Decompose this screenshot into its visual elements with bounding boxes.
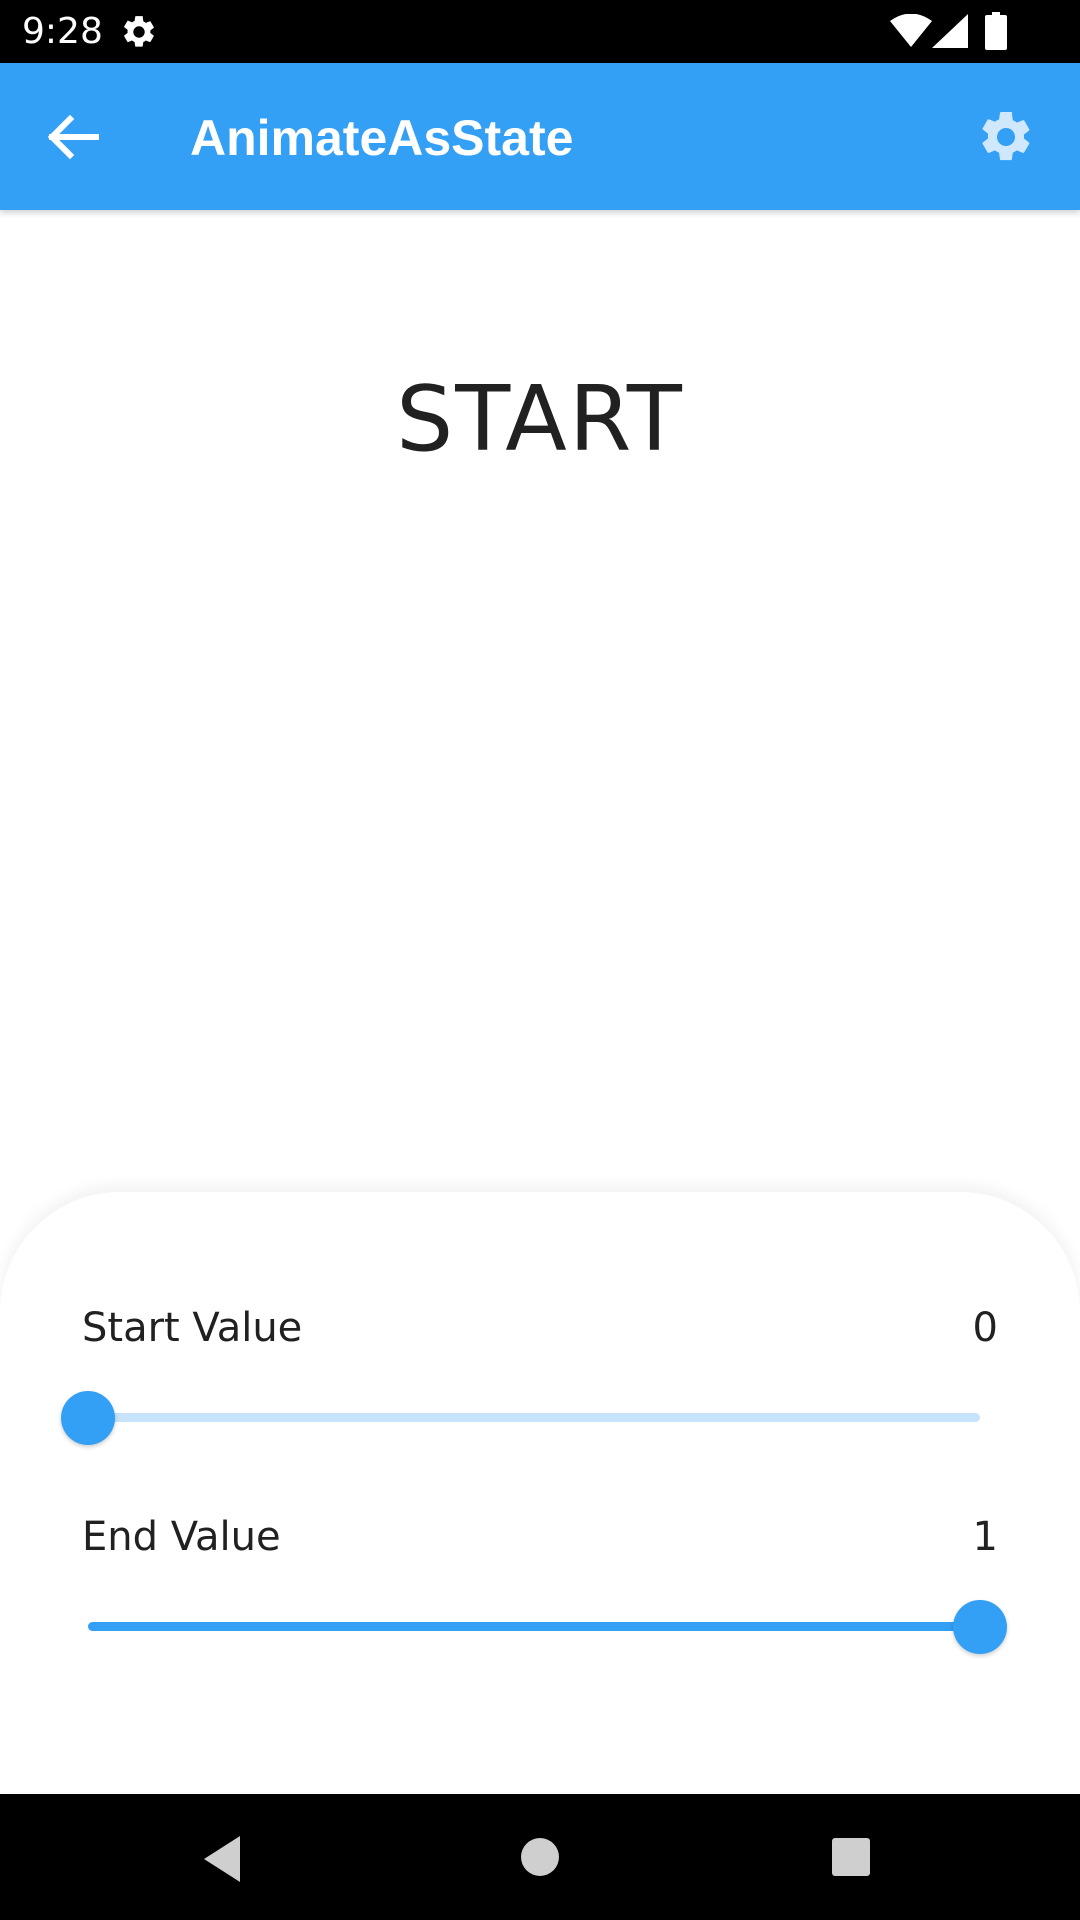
battery-icon (985, 12, 1007, 50)
slider-track (61, 1391, 980, 1445)
end-value-slider[interactable] (70, 1596, 1007, 1656)
status-time: 9:28 (22, 11, 103, 52)
slider-thumb[interactable] (61, 1391, 115, 1445)
gear-icon (124, 16, 154, 47)
back-triangle-icon[interactable] (200, 1834, 246, 1884)
status-bar: 9:28 (0, 0, 1080, 63)
arrow-back-icon[interactable] (34, 101, 114, 173)
end-value-label: End Value (82, 1514, 281, 1560)
app-bar: AnimateAsState (0, 63, 1080, 210)
slider-track (88, 1600, 1007, 1654)
wifi-icon (890, 14, 932, 47)
slider-active-track (88, 1622, 980, 1631)
screen: 9:28 AnimateAsState START Start Value 0 (0, 0, 1080, 1920)
start-value-slider[interactable] (61, 1387, 994, 1447)
bottom-sheet: Start Value 0 End Value 1 (0, 1192, 1080, 1792)
recents-square-icon[interactable] (830, 1836, 872, 1878)
page-title: AnimateAsState (190, 110, 574, 166)
navigation-bar (0, 1794, 1080, 1920)
end-value-readout: 1 (972, 1514, 998, 1560)
animated-state-label: START (396, 367, 684, 472)
home-circle-icon[interactable] (519, 1836, 561, 1878)
start-value-readout: 0 (972, 1305, 998, 1351)
start-value-label: Start Value (82, 1305, 303, 1351)
slider-thumb[interactable] (953, 1600, 1007, 1654)
signal-icon (932, 14, 968, 48)
gear-icon[interactable] (970, 107, 1042, 167)
